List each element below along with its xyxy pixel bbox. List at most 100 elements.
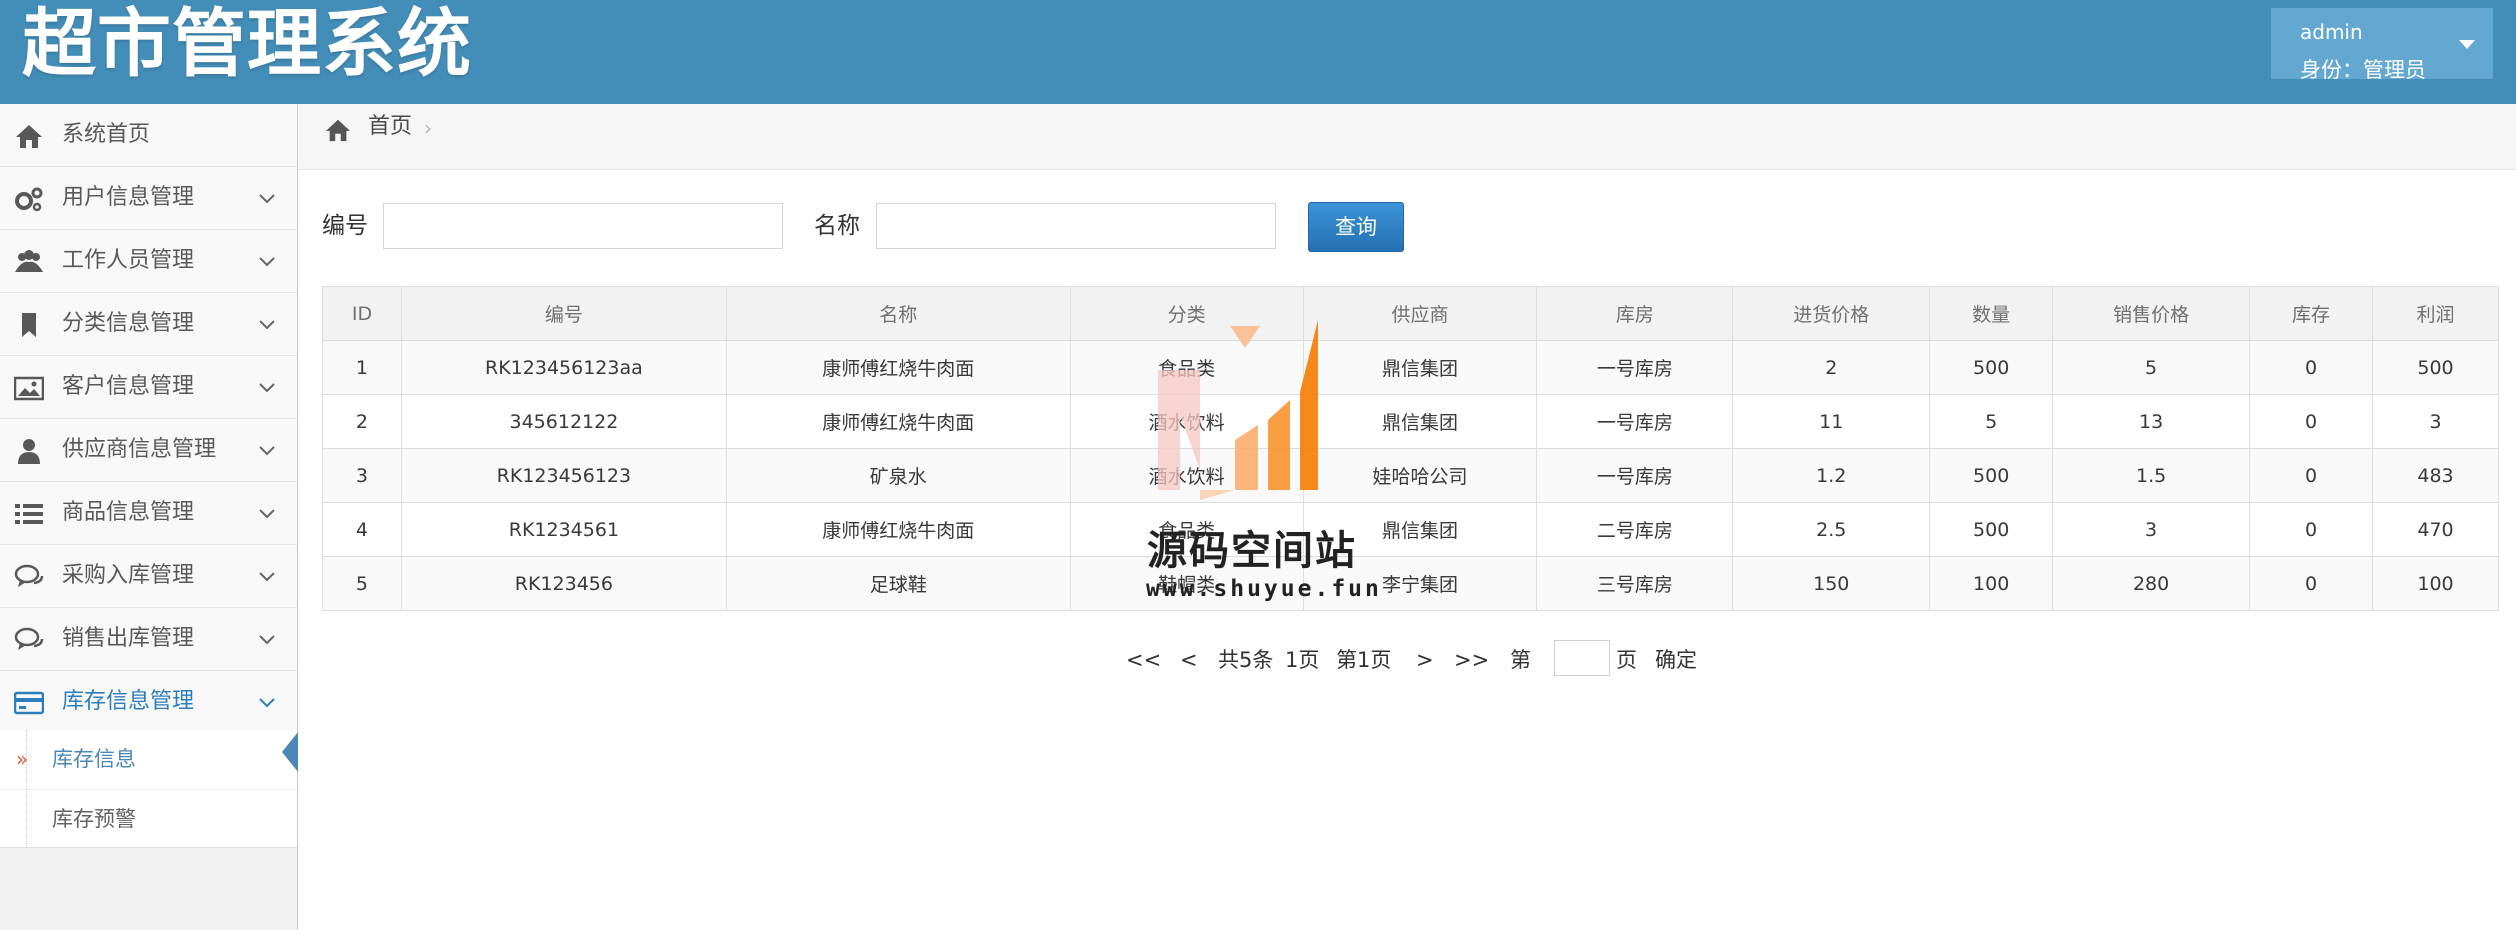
table-header-row: ID 编号 名称 分类 供应商 库房 进货价格 数量 销售价格 库存 利润 — [322, 286, 2500, 341]
table-cell: 李宁集团 — [1302, 556, 1538, 611]
goto-page-prefix: 第 — [1510, 648, 1531, 672]
table-cell: 2 — [322, 394, 402, 449]
sidebar-item-sales[interactable]: 销售出库管理 — [0, 608, 297, 671]
table-cell: 100 — [1929, 556, 2054, 611]
sidebar-item-purchase[interactable]: 采购入库管理 — [0, 545, 297, 608]
home-icon — [325, 119, 351, 142]
sidebar-item-label: 库存信息管理 — [62, 689, 195, 714]
table-cell: 500 — [1929, 502, 2054, 557]
double-angle-right-icon: » — [16, 747, 29, 771]
sidebar-item-supplier[interactable]: 供应商信息管理 — [0, 419, 297, 482]
table-cell: 矿泉水 — [725, 448, 1071, 503]
top-navbar: 超市管理系统 admin 身份：管理员 — [0, 0, 2516, 104]
table-cell: 康师傅红烧牛肉面 — [725, 502, 1071, 557]
table-row: 4 RK1234561 康师傅红烧牛肉面 食品类 鼎信集团 二号库房 2.5 5… — [322, 502, 2500, 557]
table-cell: 酒水饮料 — [1069, 394, 1304, 449]
sidebar-item-home[interactable]: 系统首页 — [0, 104, 297, 167]
name-input[interactable] — [876, 203, 1276, 249]
column-header: 名称 — [725, 286, 1071, 341]
users-icon — [15, 250, 43, 272]
chevron-down-icon — [259, 572, 275, 582]
first-page-link[interactable]: << — [1126, 640, 1161, 680]
sidebar-item-customer[interactable]: 客户信息管理 — [0, 356, 297, 419]
table-cell: 1.2 — [1732, 448, 1931, 503]
app-title: 超市管理系统 — [22, 1, 472, 87]
table-row: 3 RK123456123 矿泉水 酒水饮料 娃哈哈公司 一号库房 1.2 50… — [322, 448, 2500, 503]
column-header: 库房 — [1536, 286, 1734, 341]
last-page-link[interactable]: >> — [1454, 640, 1489, 680]
prev-page-link[interactable]: < — [1180, 640, 1198, 680]
submenu-item-inventory-info[interactable]: » 库存信息 — [0, 730, 298, 788]
sidebar-item-label: 销售出库管理 — [62, 626, 195, 651]
table-cell: 13 — [2052, 394, 2251, 449]
submenu-item-label: 库存信息 — [52, 747, 136, 771]
chevron-down-icon — [259, 383, 275, 393]
current-page: 第1页 — [1336, 648, 1392, 672]
user-menu-toggle[interactable]: admin 身份：管理员 — [2271, 8, 2493, 82]
column-header: 供应商 — [1302, 286, 1538, 341]
user-name: admin — [2300, 20, 2363, 44]
table-cell: 食品类 — [1069, 340, 1304, 395]
sidebar-item-user-info[interactable]: 用户信息管理 — [0, 167, 297, 230]
table-cell: 1 — [322, 340, 402, 395]
total-pages: 1页 — [1285, 648, 1320, 672]
sidebar-item-label: 系统首页 — [62, 122, 151, 147]
inventory-table: ID 编号 名称 分类 供应商 库房 进货价格 数量 销售价格 库存 利润 1 … — [322, 286, 2500, 611]
table-cell: RK1234561 — [400, 502, 727, 557]
table-cell: 0 — [2249, 448, 2373, 503]
table-cell: 3 — [2371, 394, 2500, 449]
column-header: 数量 — [1929, 286, 2054, 341]
table-cell: 娃哈哈公司 — [1302, 448, 1538, 503]
table-row: 2 345612122 康师傅红烧牛肉面 酒水饮料 鼎信集团 一号库房 11 5… — [322, 394, 2500, 449]
active-pointer-icon — [282, 732, 298, 772]
sidebar-item-label: 供应商信息管理 — [62, 437, 217, 462]
column-header: 销售价格 — [2052, 286, 2251, 341]
table-cell: 470 — [2371, 502, 2500, 557]
table-cell: 三号库房 — [1536, 556, 1734, 611]
chevron-down-icon — [259, 509, 275, 519]
table-cell: 500 — [2371, 340, 2500, 395]
goto-confirm-link[interactable]: 确定 — [1655, 640, 1697, 680]
comments-icon — [14, 627, 44, 650]
table-cell: 康师傅红烧牛肉面 — [725, 394, 1071, 449]
list-icon — [15, 504, 43, 524]
submenu-item-inventory-warning[interactable]: 库存预警 — [0, 789, 297, 847]
table-cell: 11 — [1732, 394, 1931, 449]
chevron-down-icon — [259, 698, 275, 708]
column-header: 库存 — [2249, 286, 2373, 341]
sidebar-item-category[interactable]: 分类信息管理 — [0, 293, 297, 356]
code-input[interactable] — [383, 203, 783, 249]
table-cell: 5 — [2052, 340, 2251, 395]
table-cell: RK123456123aa — [400, 340, 727, 395]
table-cell: 500 — [1929, 340, 2054, 395]
caret-down-icon — [2459, 40, 2475, 49]
next-page-link[interactable]: > — [1416, 640, 1434, 680]
sidebar-item-staff[interactable]: 工作人员管理 — [0, 230, 297, 293]
table-cell: 0 — [2249, 502, 2373, 557]
table-cell: 1.5 — [2052, 448, 2251, 503]
table-cell: 一号库房 — [1536, 448, 1734, 503]
table-cell: 足球鞋 — [725, 556, 1071, 611]
sidebar-item-inventory[interactable]: 库存信息管理 — [0, 671, 297, 734]
sidebar-item-label: 采购入库管理 — [62, 563, 195, 588]
table-cell: RK123456123 — [400, 448, 727, 503]
table-cell: RK123456 — [400, 556, 727, 611]
goto-page-input[interactable] — [1554, 640, 1610, 676]
credit-card-icon — [14, 691, 44, 715]
table-cell: 3 — [322, 448, 402, 503]
user-role: 身份：管理员 — [2300, 58, 2426, 82]
table-cell: 0 — [2249, 394, 2373, 449]
query-button[interactable]: 查询 — [1308, 202, 1404, 252]
table-cell: 康师傅红烧牛肉面 — [725, 340, 1071, 395]
chevron-down-icon — [259, 194, 275, 204]
column-header: 编号 — [400, 286, 727, 341]
user-icon — [18, 439, 40, 464]
inventory-submenu: » 库存信息 库存预警 — [0, 730, 298, 848]
table-cell: 一号库房 — [1536, 340, 1734, 395]
breadcrumb-home-link[interactable]: 首页 — [368, 108, 412, 146]
table-cell: 2.5 — [1732, 502, 1931, 557]
table-cell: 5 — [1929, 394, 2054, 449]
chevron-right-icon: › — [424, 116, 432, 140]
name-label: 名称 — [814, 213, 860, 239]
sidebar-item-product[interactable]: 商品信息管理 — [0, 482, 297, 545]
